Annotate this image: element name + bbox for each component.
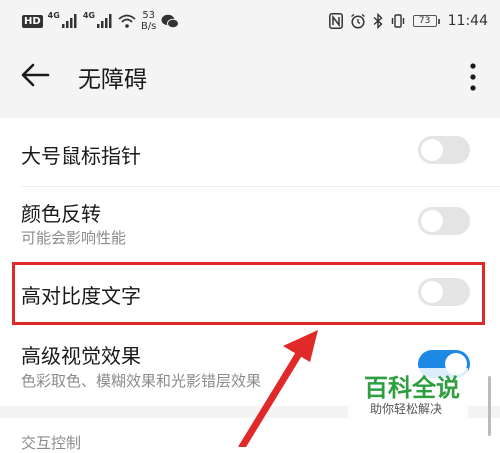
toggle-switch[interactable] [418,136,470,164]
status-right: 73 11:44 [328,10,488,32]
speed-value: 53 [142,10,156,21]
signal-icon [96,14,112,28]
watermark-logo: 百科全说 助你轻松解决 [348,368,468,422]
network-speed: 53 B/s [141,10,156,32]
speed-unit: B/s [140,21,157,32]
hd-badge: HD [22,14,43,28]
sim2-network-label: 4G [82,10,95,20]
alarm-icon [350,13,365,29]
setting-title: 大号鼠标指针 [21,144,141,168]
section-header-interaction: 交互控制 [21,434,82,452]
watermark-title: 百科全说 [364,374,460,402]
header-divider [0,108,500,118]
app-header: 无障碍 [0,44,500,108]
wechat-icon [161,14,180,28]
signal-icon [61,14,77,28]
watermark-subtitle: 助你轻松解决 [370,402,443,416]
setting-title: 高级视觉效果 [21,344,141,368]
status-left: HD 4G 4G 53 B/s [22,10,180,32]
scrollbar[interactable] [488,376,491,436]
setting-subtitle: 可能会影响性能 [21,229,127,247]
toggle-knob [421,139,443,161]
battery-level: 73 [418,16,431,26]
page-title: 无障碍 [78,67,147,93]
wifi-icon [118,14,136,28]
toggle-knob [421,210,443,232]
setting-title: 颜色反转 [21,202,101,226]
highlight-box [12,262,485,325]
more-options-icon[interactable] [468,62,478,92]
sim1-network-label: 4G [47,10,60,20]
setting-row-color-inversion[interactable]: 颜色反转 可能会影响性能 [0,187,500,260]
battery-icon: 73 [412,15,440,27]
nfc-icon [328,13,343,29]
toggle-switch[interactable] [418,207,470,235]
setting-subtitle: 色彩取色、模糊效果和光影错层效果 [21,372,262,390]
bluetooth-icon [373,13,383,29]
setting-row-large-pointer[interactable]: 大号鼠标指针 [0,118,500,186]
clock: 11:44 [447,13,488,29]
back-arrow-icon[interactable] [18,58,52,92]
vibrate-icon [391,14,404,28]
status-bar: HD 4G 4G 53 B/s 73 11:44 [0,0,500,44]
